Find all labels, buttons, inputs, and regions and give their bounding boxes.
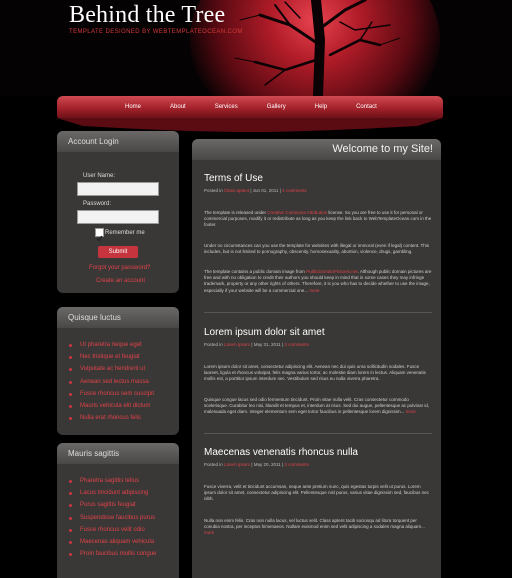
list-item[interactable]: Purus sagittis feugiat	[69, 502, 156, 514]
bullet-icon	[69, 516, 72, 520]
nav-gallery[interactable]: Gallery	[267, 104, 286, 110]
post-paragraph: Lorem ipsum dolor sit amet, consectetur …	[204, 364, 426, 382]
post-title[interactable]: Maecenas venenatis rhoncus nulla	[204, 447, 358, 458]
post-title[interactable]: Terms of Use	[204, 173, 263, 184]
list-item[interactable]: Pharetra sagittis tellus	[69, 478, 156, 490]
category-link[interactable]: Lorem ipsum	[224, 462, 250, 467]
site-title[interactable]: Behind the Tree	[69, 2, 225, 29]
post-paragraph: Quisque congue lacus sed odio fermentum …	[204, 397, 430, 415]
username-label: User Name:	[83, 173, 116, 179]
login-panel-header: Account Login	[57, 131, 179, 152]
main-heading: Welcome to my Site!	[332, 143, 433, 155]
mauris-panel-header: Mauris sagittis	[57, 443, 179, 464]
nav-about[interactable]: About	[170, 104, 186, 110]
post-meta: Posted in Lorem ipsum | May 20, 2011 | 3…	[204, 462, 309, 467]
post-paragraph: Under no circumstances can you use the t…	[204, 243, 430, 255]
post-meta: Posted in Lorem ipsum | May 31, 2011 | 3…	[204, 342, 309, 347]
post-paragraph: Nulla non enim felis. Cras non nulla lac…	[204, 518, 425, 536]
list-item[interactable]: Maecenas aliquam vehicula	[69, 539, 156, 551]
more-link[interactable]: more	[204, 530, 214, 535]
comments-link[interactable]: 4 comments	[282, 188, 307, 193]
list-item[interactable]: Nulla erat rhoncus felis	[69, 415, 154, 427]
list-item[interactable]: Fusce rhoncus velit odio	[69, 527, 156, 539]
remember-label: Remember me	[105, 230, 145, 236]
list-item[interactable]: Proin faucibus mollis congue	[69, 551, 156, 563]
category-link[interactable]: Class aptent	[224, 188, 249, 193]
more-link[interactable]: more	[406, 409, 416, 414]
submit-button[interactable]: Submit	[98, 246, 138, 258]
username-input[interactable]	[77, 182, 159, 196]
post-meta: Posted in Class aptent | Jun 01, 2011 | …	[204, 188, 307, 193]
bullet-icon	[69, 380, 72, 384]
header-banner: Behind the Tree TEMPLATE DESIGNED BY WEB…	[0, 0, 512, 96]
bullet-icon	[69, 504, 72, 508]
post-title[interactable]: Lorem ipsum dolor sit amet	[204, 327, 325, 338]
post-paragraph: The template is released under Creative …	[204, 210, 432, 228]
bullet-icon	[69, 480, 72, 483]
password-input[interactable]	[77, 210, 159, 224]
nav-home[interactable]: Home	[125, 104, 141, 110]
list-item[interactable]: Fusce rhoncus sem suscipit	[69, 391, 154, 403]
bullet-icon	[69, 553, 72, 557]
bullet-icon	[69, 417, 72, 421]
mauris-list: Pharetra sagittis tellus Lacus tincidunt…	[69, 478, 156, 563]
nav-help[interactable]: Help	[315, 104, 327, 110]
site-subtitle: TEMPLATE DESIGNED BY WEBTEMPLATEOCEAN.CO…	[69, 29, 243, 35]
bullet-icon	[69, 528, 72, 532]
bullet-icon	[69, 492, 72, 496]
comments-link[interactable]: 3 comments	[284, 462, 309, 467]
list-item[interactable]: Aenean sed lectus massa	[69, 379, 154, 391]
bullet-icon	[69, 368, 72, 372]
bullet-icon	[69, 344, 72, 347]
post-paragraph: The template contains a public domain im…	[204, 269, 432, 293]
create-account-link[interactable]: Create an account	[96, 278, 145, 284]
main-nav: Home About Services Gallery Help Contact	[125, 104, 406, 110]
license-link[interactable]: Creative Commons Attribution	[267, 210, 327, 215]
mauris-heading: Mauris sagittis	[68, 449, 120, 458]
nav-services[interactable]: Services	[215, 104, 238, 110]
quisque-list: Ut pharetra neque eget Nec tristique et …	[69, 342, 154, 427]
forgot-password-link[interactable]: Forgot your password?	[89, 265, 150, 271]
post-paragraph: Fusce viverra, velit et tincidunt accums…	[204, 484, 429, 502]
category-link[interactable]: Lorem ipsum	[224, 342, 250, 347]
quisque-heading: Quisque luctus	[68, 313, 121, 322]
quisque-panel-header: Quisque luctus	[57, 307, 179, 328]
list-item[interactable]: Suspendisse faucibus purus	[69, 515, 156, 527]
login-heading: Account Login	[68, 137, 119, 146]
list-item[interactable]: Nec tristique et feugiat	[69, 354, 154, 366]
comments-link[interactable]: 3 comments	[284, 342, 309, 347]
main-header: Welcome to my Site!	[192, 139, 441, 160]
remember-checkbox[interactable]	[95, 228, 104, 242]
list-item[interactable]: Mauris vehicula elit dictum	[69, 403, 154, 415]
bullet-icon	[69, 392, 72, 396]
main-content	[192, 139, 441, 578]
image-source-link[interactable]: PublicDomainPictures.net	[306, 269, 358, 274]
bullet-icon	[69, 540, 72, 544]
checkmark-icon	[96, 235, 103, 242]
list-item[interactable]: Ut pharetra neque eget	[69, 342, 154, 354]
more-link[interactable]: more	[309, 288, 319, 293]
post-divider	[204, 312, 432, 313]
bullet-icon	[69, 404, 72, 408]
nav-contact[interactable]: Contact	[356, 104, 377, 110]
bullet-icon	[69, 356, 72, 360]
post-divider	[204, 433, 432, 434]
list-item[interactable]: Lacus tincidunt adipiscing	[69, 490, 156, 502]
password-label: Password:	[83, 201, 112, 207]
list-item[interactable]: Vulputate ac hendrerit ut	[69, 366, 154, 378]
